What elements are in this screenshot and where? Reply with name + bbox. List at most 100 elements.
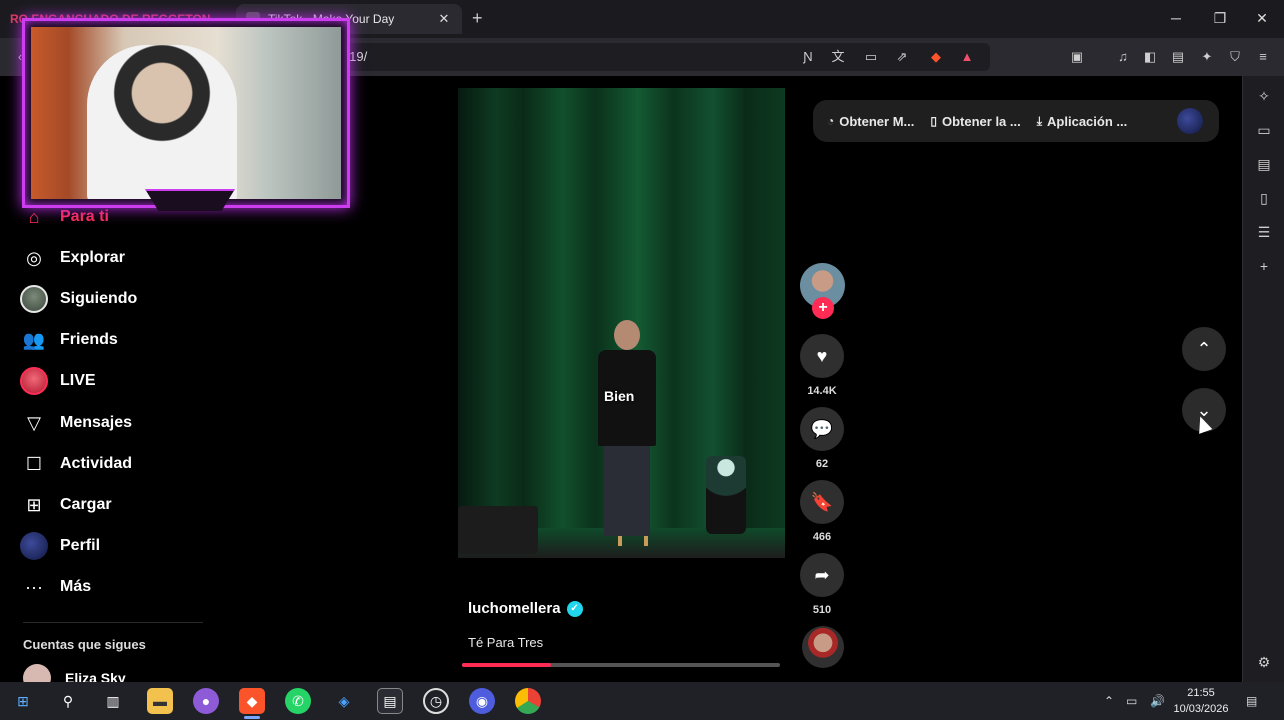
reader-off-icon[interactable]: Ɲ — [798, 47, 818, 67]
nav-label: Siguiendo — [60, 290, 138, 307]
video-progress-bar[interactable] — [462, 663, 780, 667]
upload-icon: ⊞ — [26, 494, 42, 515]
profile-avatar — [20, 532, 48, 560]
nav-label: Perfil — [60, 537, 101, 554]
music-disc[interactable] — [802, 626, 844, 668]
nav-label: Mensajes — [60, 414, 133, 431]
leo-icon[interactable]: ✦ — [1197, 47, 1217, 67]
previous-video-button[interactable]: ⌃ — [1182, 327, 1226, 371]
nav-item-friends[interactable]: 👥 Friends — [20, 325, 118, 355]
search-icon[interactable]: ⚲ — [55, 688, 81, 714]
tab-search-icon[interactable]: ▣ — [1067, 47, 1087, 67]
browser-sidebar: ✧ ▭ ▤ ▯ ☰ + ⚙ — [1242, 76, 1284, 682]
volume-icon[interactable]: 🔊 — [1150, 694, 1165, 708]
brave-icon[interactable]: ◆ — [239, 688, 265, 719]
close-window-button[interactable]: ✕ — [1240, 6, 1284, 30]
webcam-frame-decoration — [145, 189, 235, 211]
cast-icon[interactable]: ▭ — [861, 47, 881, 67]
desktop-app-button[interactable]: ⤓ Aplicación ... — [1037, 114, 1128, 129]
maximize-button[interactable]: ❐ — [1198, 6, 1242, 30]
video-progress-fill — [462, 663, 552, 667]
network-icon[interactable]: ▭ — [1126, 694, 1137, 708]
author-name: luchomellera — [468, 600, 561, 617]
tray-chevron-icon[interactable]: ⌃ — [1104, 694, 1114, 708]
wallet-icon[interactable]: ▤ — [1254, 154, 1274, 174]
chrome-icon[interactable] — [515, 688, 541, 714]
friends-icon: 👥 — [22, 329, 46, 350]
share-icon[interactable]: ⇗ — [892, 47, 912, 67]
phone-icon: ▯ — [930, 114, 937, 128]
nav-label: Cargar — [60, 496, 112, 513]
share-count: 510 — [812, 604, 832, 616]
whatsapp-icon[interactable]: ✆ — [285, 688, 311, 714]
task-view-icon[interactable]: ▥ — [100, 688, 126, 714]
bookmark-icon: 🔖 — [810, 491, 834, 512]
minimize-button[interactable]: ─ — [1154, 6, 1198, 30]
webcam-overlay — [22, 18, 350, 211]
media-app-icon[interactable]: ▤ — [377, 688, 403, 714]
nav-item-actividad[interactable]: ☐ Actividad — [20, 449, 132, 479]
nav-label: Friends — [60, 331, 118, 348]
nav-item-cargar[interactable]: ⊞ Cargar — [20, 490, 112, 520]
stage-speaker — [458, 506, 538, 554]
webcam-feed — [31, 27, 341, 199]
get-coins-button[interactable]: ◔ Obtener M... — [827, 114, 914, 129]
media-icon[interactable]: ♫ — [1113, 47, 1133, 67]
nav-item-explorar[interactable]: ◎ Explorar — [20, 243, 125, 273]
pill-label: Obtener la ... — [941, 113, 1021, 129]
chevron-up-icon: ⌃ — [1196, 339, 1212, 359]
add-icon[interactable]: + — [1254, 256, 1274, 276]
video-player[interactable]: Bien luchomellera ✓ Té Para Tres — [458, 88, 785, 678]
taskbar: ⊞ ⚲ ▥ ▬ ● ◆ ✆ ◈ ▤ ◷ ◉ ⌃ ▭ 🔊 21:55 10/03/… — [0, 682, 1284, 720]
app-icon[interactable]: ◈ — [331, 688, 357, 714]
follow-plus-button[interactable]: + — [812, 297, 834, 319]
following-avatar — [20, 285, 48, 313]
vpn-icon[interactable]: ⛉ — [1225, 47, 1245, 67]
nav-item-perfil[interactable]: Perfil — [20, 531, 100, 561]
nav-label: Actividad — [60, 455, 133, 472]
comedian-figure — [588, 320, 666, 550]
brave-shield-icon[interactable]: ◆ — [926, 47, 946, 67]
nav-item-mas[interactable]: ··· Más — [20, 572, 91, 602]
address-bar[interactable]: /-419/ Ɲ 文 ▭ ⇗ ◆ ▲ — [300, 43, 990, 71]
user-avatar[interactable] — [1177, 108, 1203, 134]
start-icon[interactable]: ⊞ — [10, 688, 36, 714]
video-author[interactable]: luchomellera ✓ — [468, 600, 583, 617]
download-icon: ⤓ — [1036, 113, 1043, 128]
wallet-icon[interactable]: ▤ — [1168, 47, 1188, 67]
sidebar-icon[interactable]: ◧ — [1140, 47, 1160, 67]
pill-label: Aplicación ... — [1047, 113, 1128, 129]
clock-time[interactable]: 21:55 — [1172, 687, 1230, 699]
clock-date[interactable]: 10/03/2026 — [1170, 703, 1232, 715]
nav-item-live[interactable]: LIVE — [20, 366, 96, 396]
sidebar-tabs-icon[interactable]: ▭ — [1254, 120, 1274, 140]
save-count: 466 — [812, 531, 832, 543]
file-explorer-icon[interactable]: ▬ — [147, 688, 173, 714]
video-frame: Bien — [458, 88, 785, 558]
settings-icon[interactable]: ⚙ — [1254, 652, 1274, 672]
bookmarks-icon[interactable]: ▯ — [1254, 188, 1274, 208]
leo-icon[interactable]: ✧ — [1254, 86, 1274, 106]
streamer-figure — [87, 45, 237, 199]
reading-list-icon[interactable]: ☰ — [1254, 222, 1274, 242]
brave-rewards-icon[interactable]: ▲ — [957, 47, 977, 67]
discord-icon[interactable]: ● — [193, 688, 219, 714]
share-button[interactable]: ➦ — [800, 553, 844, 597]
video-caption: Bien — [604, 388, 635, 404]
verified-icon: ✓ — [566, 600, 583, 617]
speed-icon[interactable]: ◷ — [423, 688, 449, 714]
menu-icon[interactable]: ≡ — [1253, 47, 1273, 67]
nav-item-mensajes[interactable]: ▽ Mensajes — [20, 408, 132, 438]
obs-icon[interactable]: ◉ — [469, 688, 495, 714]
save-button[interactable]: 🔖 — [800, 480, 844, 524]
notification-icon[interactable]: ▤ — [1246, 694, 1257, 708]
get-app-button[interactable]: ▯ Obtener la ... — [930, 114, 1020, 129]
translate-icon[interactable]: 文 — [828, 47, 848, 67]
like-button[interactable]: ♥ — [800, 334, 844, 378]
compass-icon: ◎ — [26, 247, 42, 268]
new-tab-button[interactable]: + — [472, 8, 483, 28]
send-icon: ▽ — [27, 412, 41, 433]
nav-item-siguiendo[interactable]: Siguiendo — [20, 284, 137, 314]
comment-button[interactable]: 💬 — [800, 407, 844, 451]
close-tab-icon[interactable]: ✕ — [436, 11, 452, 27]
